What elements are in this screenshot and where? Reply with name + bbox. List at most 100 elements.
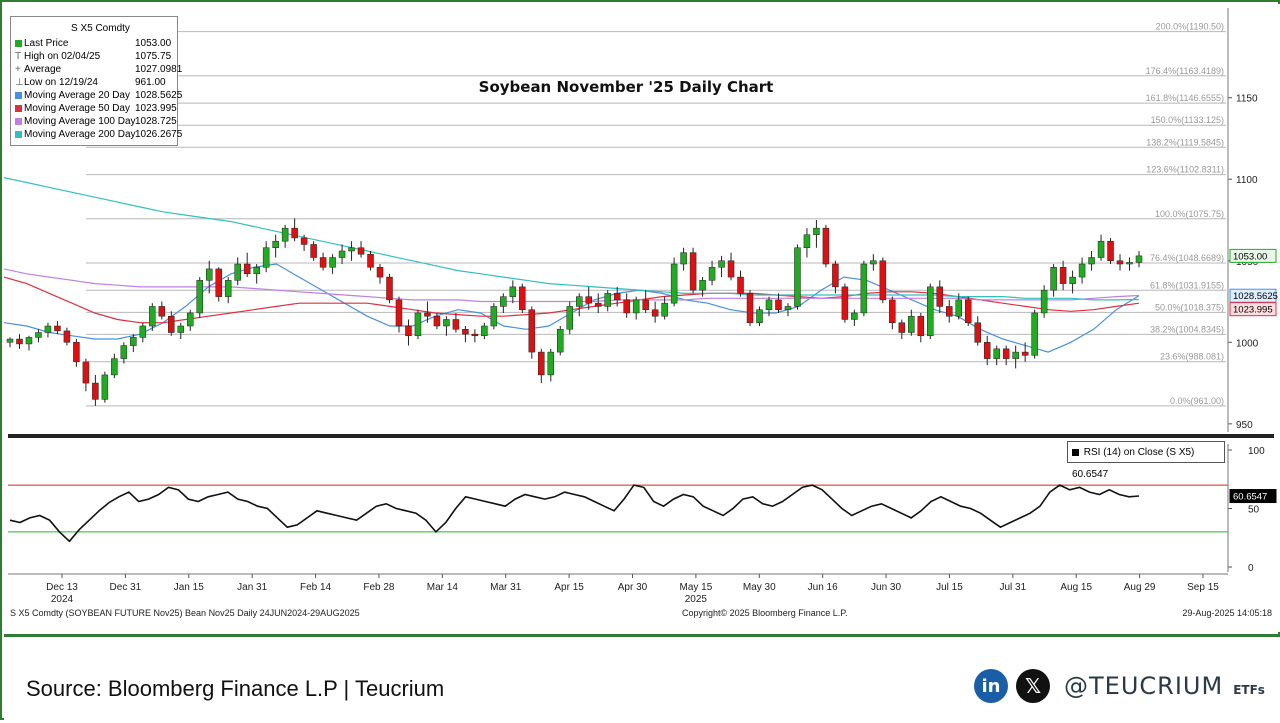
time-tick-label: Jul 31 [999,582,1026,593]
candle-body [329,257,336,268]
x-twitter-icon[interactable]: 𝕏 [1016,669,1050,703]
candle-body [784,306,792,310]
candle-body [149,306,156,327]
candle-body [443,319,450,327]
legend-marker: T [15,51,22,62]
candle-body [509,286,517,297]
legend-label: Low on 12/19/24 [24,77,98,88]
candle-body [1021,351,1029,356]
price-tick-label: 1150 [1236,94,1258,105]
candle-body [860,263,868,314]
candle-body [395,299,403,327]
candle-body [642,299,649,310]
candle-body [851,312,858,320]
candle-body [889,299,896,323]
legend-row: Moving Average 100 Day 1028.725 [15,115,177,128]
candle-body [557,329,564,353]
candle-body [794,247,801,307]
fib-label: 0.0%(961.00) [1170,396,1224,406]
candle-body [898,322,906,333]
candle-body [405,325,412,337]
candle-body [822,227,830,265]
candle-body [936,286,944,307]
candle-body [120,345,128,359]
candle-body [1107,240,1114,262]
linkedin-icon[interactable]: in [974,669,1008,703]
rsi-legend: RSI (14) on Close (S X5) 60.6547 [1067,441,1225,480]
legend-title: S X5 Comdty [71,23,130,34]
legend-row: ⊥Low on 12/19/24 961.00 [15,76,166,89]
candle-body [215,268,222,297]
legend-label: Last Price [24,38,69,49]
candle-body [746,293,754,323]
candle-body [1116,260,1124,265]
fib-label: 23.6%(988.081) [1160,352,1224,362]
candle-body [538,351,545,376]
legend-row: Moving Average 200 Day 1026.2675 [15,128,182,141]
brand-block: in 𝕏 @TEUCRIUM ETFs [974,666,1265,706]
candle-body [708,267,716,281]
bloomberg-chart: 200.0%(1190.50) 176.4%(1163.4189) 161.8%(1… [4,4,1280,632]
candle-body [870,260,877,265]
price-tag-label: 1023.995 [1233,305,1273,316]
time-tick-label: Sep 15 [1187,582,1219,593]
timestamp: 29-Aug-2025 14:05:18 [1182,608,1272,618]
candle-body [158,306,166,317]
candle-body [946,306,953,317]
chart-legend: S X5 Comdty Last Price 1053.00 T High on 02… [10,16,182,146]
candle-body [689,252,697,291]
price-tick-label: 1000 [1236,338,1259,349]
candle-body [670,263,678,304]
time-tick-label: Apr 30 [618,582,648,593]
time-tick-label: Aug 29 [1124,582,1156,593]
candle-body [139,325,147,338]
year-label: 2025 [685,594,708,605]
price-tick-label: 1100 [1236,175,1258,186]
time-tick-label: Feb 14 [300,582,332,593]
candle-body [974,322,981,343]
time-tick-label: Aug 15 [1060,582,1092,593]
candle-body [651,309,659,317]
legend-label: Moving Average 50 Day [24,103,130,114]
fib-label: 200.0%(1190.50) [1156,22,1224,32]
legend-row: Last Price 1053.00 [15,37,171,50]
candle-body [908,315,915,333]
candle-body [205,268,213,281]
candle-body [993,348,1000,359]
slide-frame: 200.0%(1190.50) 176.4%(1163.4189) 161.8%(1… [0,0,1280,723]
candle-body [234,263,241,281]
candle-body [775,299,782,310]
time-tick-label: Jan 31 [237,582,267,593]
time-tick-label: Dec 31 [110,582,142,593]
fib-label: 150.0%(1133.125) [1151,115,1224,125]
legend-swatch [15,91,22,99]
candle-body [727,260,735,278]
moving-average-line [4,177,1140,301]
brand-sub: ETFs [1233,683,1265,697]
candle-body [803,234,811,248]
candle-body [25,337,33,345]
candle-body [462,329,469,335]
legend-value: 1023.995 [135,103,177,114]
candle-body [291,227,298,239]
candle-body [1012,351,1019,359]
candle-body [1097,240,1105,258]
candle-body [82,361,90,384]
candle-body [832,263,839,288]
candle-body [300,237,308,245]
candle-body [737,276,744,294]
candle-body [983,342,991,359]
candle-body [16,338,23,345]
rsi-tick-label: 0 [1248,563,1254,574]
candle-body [623,299,630,314]
chart-title: Soybean November '25 Daily Chart [479,78,774,96]
candle-body [168,315,175,333]
copyright-line: Copyright© 2025 Bloomberg Finance L.P. [682,608,848,618]
legend-value: 1026.2675 [135,129,183,140]
legend-swatch [15,130,22,138]
candle-body [566,306,574,330]
candle-body [452,319,460,330]
time-tick-label: Apr 15 [554,582,584,593]
candle-body [1031,312,1038,356]
candle-body [1135,255,1143,263]
